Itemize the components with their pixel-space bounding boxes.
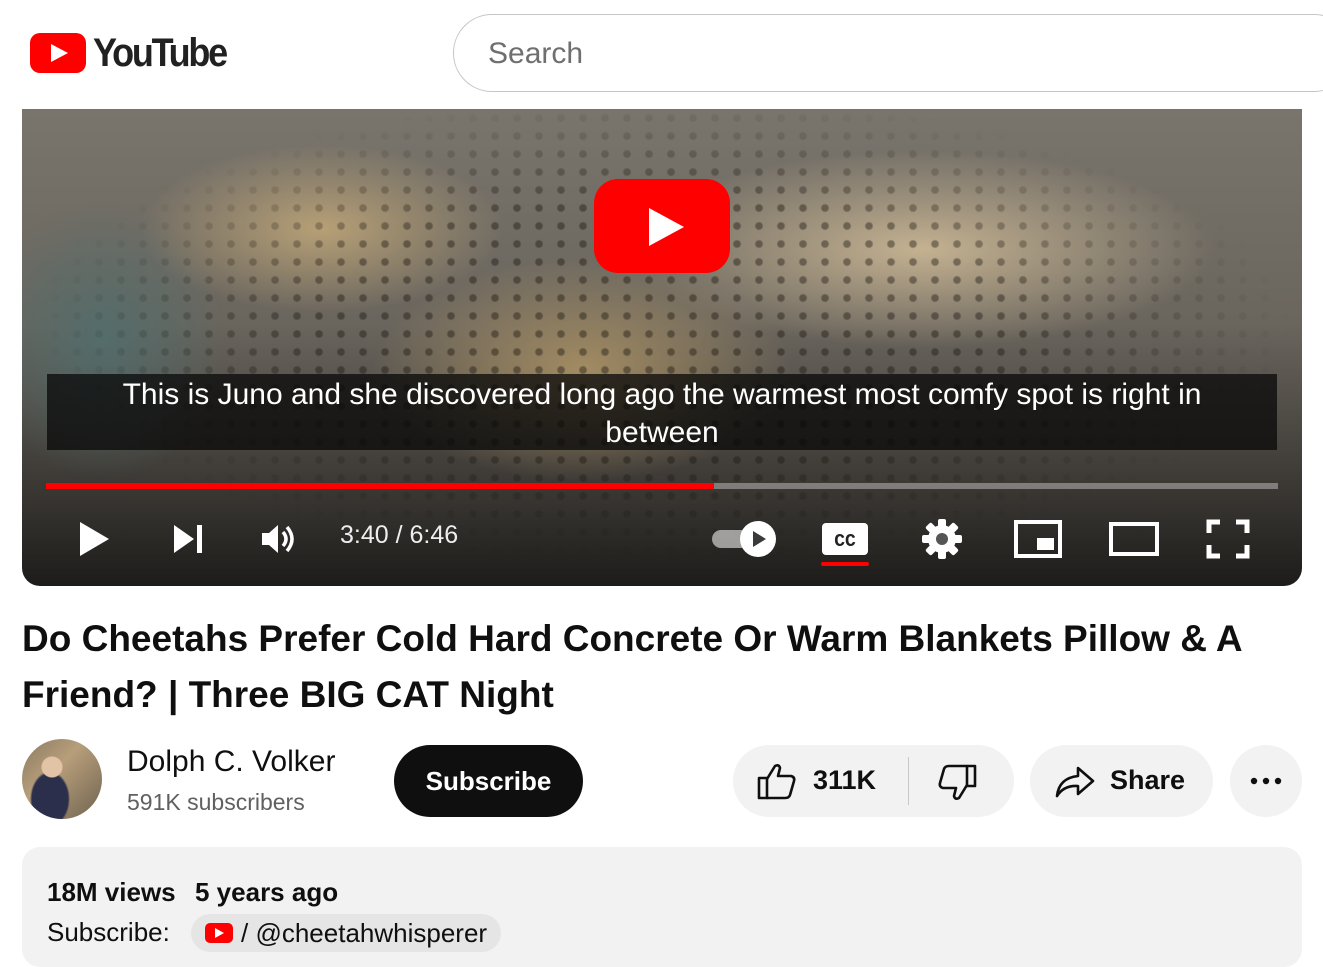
view-count: 18M views xyxy=(47,877,176,907)
cc-icon: CC xyxy=(822,523,868,555)
fullscreen-button[interactable] xyxy=(1202,514,1254,564)
next-button[interactable] xyxy=(166,514,210,564)
description-subscribe-label: Subscribe: xyxy=(47,917,170,947)
next-icon xyxy=(174,525,202,553)
volume-icon xyxy=(262,525,294,553)
more-dots-icon xyxy=(1250,777,1282,785)
description-box[interactable]: 18M views 5 years ago Subscribe: / @chee… xyxy=(22,847,1302,967)
caption-text: This is Juno and she discovered long ago… xyxy=(47,374,1277,450)
big-play-button[interactable] xyxy=(594,179,730,273)
play-icon xyxy=(80,522,109,556)
svg-text:CC: CC xyxy=(834,532,856,552)
search-box[interactable] xyxy=(453,14,1323,93)
progress-bar[interactable] xyxy=(46,483,1278,489)
subscribe-button[interactable]: Subscribe xyxy=(394,745,583,817)
channel-name[interactable]: Dolph C. Volker xyxy=(127,745,335,779)
theater-mode-icon xyxy=(1109,522,1159,556)
autoplay-toggle[interactable] xyxy=(710,514,782,564)
logo-text: YouTube xyxy=(93,30,228,75)
settings-button[interactable] xyxy=(918,514,966,564)
youtube-logo-icon xyxy=(30,33,86,73)
youtube-small-icon xyxy=(205,923,233,943)
miniplayer-button[interactable] xyxy=(1012,514,1064,564)
theater-mode-button[interactable] xyxy=(1108,514,1160,564)
captions-button[interactable]: CC xyxy=(819,514,871,564)
settings-gear-icon xyxy=(922,519,962,559)
time-display: 3:40 / 6:46 xyxy=(340,521,459,549)
like-count: 311K xyxy=(813,765,877,795)
more-actions-button[interactable] xyxy=(1230,745,1302,817)
channel-handle: / @cheetahwhisperer xyxy=(241,917,488,948)
like-dislike-group: 311K xyxy=(733,745,1014,817)
fullscreen-icon xyxy=(1206,519,1250,559)
share-arrow-icon xyxy=(1055,766,1095,798)
dislike-button[interactable] xyxy=(909,745,1014,817)
upload-age: 5 years ago xyxy=(195,877,339,907)
like-button[interactable]: 311K xyxy=(733,745,909,817)
play-button[interactable] xyxy=(72,514,116,564)
thumbs-up-icon xyxy=(757,764,796,800)
share-label: Share xyxy=(1110,765,1186,795)
autoplay-toggle-icon xyxy=(712,521,776,557)
subscriber-count: 591K subscribers xyxy=(127,789,305,815)
video-title: Do Cheetahs Prefer Cold Hard Concrete Or… xyxy=(22,618,1242,715)
share-button[interactable]: Share xyxy=(1030,745,1213,817)
volume-button[interactable] xyxy=(258,514,302,564)
youtube-logo[interactable]: YouTube xyxy=(30,30,241,75)
miniplayer-icon xyxy=(1014,520,1062,558)
channel-avatar[interactable] xyxy=(22,739,102,819)
video-player[interactable]: This is Juno and she discovered long ago… xyxy=(22,109,1302,586)
thumbs-down-icon xyxy=(938,764,977,800)
captions-active-indicator xyxy=(821,562,869,566)
search-input[interactable] xyxy=(486,15,1190,93)
channel-handle-link[interactable]: / @cheetahwhisperer xyxy=(191,914,502,952)
progress-bar-played xyxy=(46,483,714,489)
